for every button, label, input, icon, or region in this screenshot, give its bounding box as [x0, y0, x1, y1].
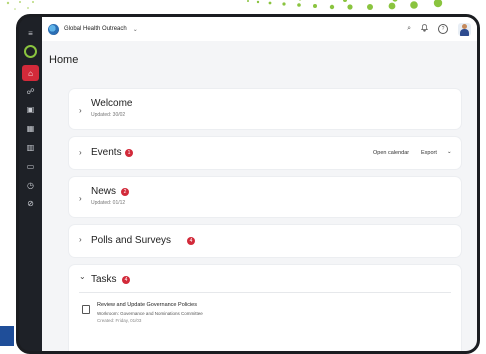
network-icon[interactable]: ☍ — [22, 83, 39, 99]
task-created: Created: Friday, 01/03 — [97, 318, 142, 323]
chevron-right-icon[interactable]: › — [79, 148, 82, 157]
open-calendar-button[interactable]: Open calendar — [373, 150, 409, 156]
org-logo-icon — [48, 23, 59, 35]
events-title: Events — [91, 147, 122, 158]
chevron-right-icon[interactable]: › — [79, 235, 82, 244]
chevron-right-icon[interactable]: › — [79, 106, 82, 115]
welcome-updated: Updated: 30/02 — [91, 112, 126, 118]
help-icon[interactable]: ? — [438, 24, 448, 34]
inbox-icon[interactable]: ▭ — [22, 158, 39, 174]
news-title: News — [91, 186, 117, 197]
welcome-title: Welcome — [91, 98, 133, 109]
news-card[interactable]: › News 2 Updated: 01/12 — [69, 177, 461, 217]
bottom-left-accent-block — [0, 326, 14, 346]
tasks-count-badge: 4 — [122, 276, 130, 284]
main-screen: Global Health Outreach ⌄ ⌕ ? Home › Welc… — [42, 17, 477, 351]
export-chevron-down-icon[interactable]: ⌄ — [447, 149, 452, 155]
tasks-card: ⌄ Tasks 4 Review and Update Governance P… — [69, 265, 461, 351]
export-button[interactable]: Export — [421, 150, 437, 156]
divider — [79, 292, 451, 293]
news-updated: Updated: 01/12 — [91, 200, 126, 206]
org-name[interactable]: Global Health Outreach — [64, 26, 127, 32]
page-title: Home — [49, 54, 79, 66]
news-count-badge: 2 — [121, 188, 129, 196]
polls-title: Polls and Surveys — [91, 235, 172, 246]
calendar-icon[interactable]: ▦ — [22, 120, 39, 136]
org-chevron-down-icon[interactable]: ⌄ — [133, 26, 138, 33]
check-circle-icon[interactable]: ⊘ — [22, 195, 39, 211]
briefcase-icon[interactable]: ▣ — [22, 101, 39, 117]
welcome-card[interactable]: › Welcome Updated: 30/02 — [69, 89, 461, 129]
topbar: Global Health Outreach ⌄ ⌕ ? — [42, 17, 477, 41]
document-icon — [82, 305, 90, 314]
events-card[interactable]: › Events 1 Open calendar Export ⌄ — [69, 137, 461, 169]
device-frame: ≡ ⌂ ☍ ▣ ▦ ▥ ▭ ◷ ⊘ Global Health Outreach… — [16, 14, 480, 354]
chevron-down-icon[interactable]: ⌄ — [79, 272, 86, 281]
tasks-title: Tasks — [91, 274, 117, 285]
chart-icon[interactable]: ▥ — [22, 139, 39, 155]
chevron-right-icon[interactable]: › — [79, 194, 82, 203]
polls-count-badge: 4 — [187, 237, 195, 245]
clock-icon[interactable]: ◷ — [22, 177, 39, 193]
polls-card[interactable]: › Polls and Surveys 4 — [69, 225, 461, 257]
menu-icon[interactable]: ≡ — [22, 25, 39, 41]
task-title[interactable]: Review and Update Governance Policies — [97, 302, 197, 308]
user-avatar[interactable] — [458, 22, 471, 36]
events-count-badge: 1 — [125, 149, 133, 157]
home-icon[interactable]: ⌂ — [22, 65, 39, 81]
task-workroom: Workroom: Governance and Nominations Com… — [97, 311, 203, 316]
bell-icon[interactable] — [421, 24, 428, 34]
sidebar: ≡ ⌂ ☍ ▣ ▦ ▥ ▭ ◷ ⊘ — [19, 17, 42, 351]
search-icon[interactable]: ⌕ — [407, 25, 411, 33]
logo-icon[interactable] — [22, 43, 39, 59]
